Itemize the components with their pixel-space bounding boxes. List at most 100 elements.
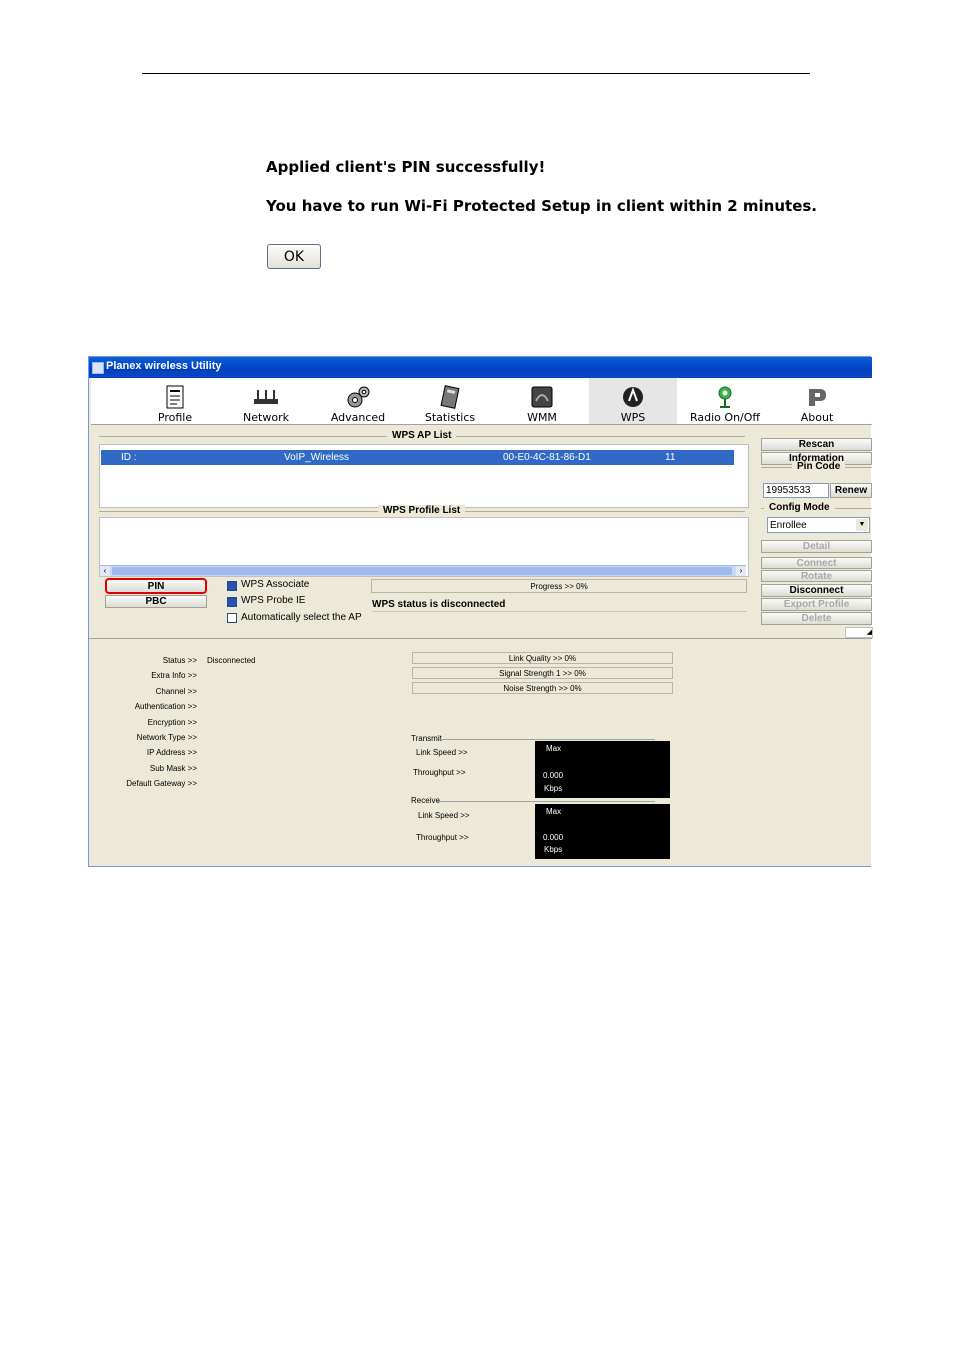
advanced-icon: [345, 384, 371, 410]
tab-label: WMM: [527, 411, 557, 424]
config-mode-label: Config Mode: [764, 502, 835, 513]
wmm-icon: [529, 384, 555, 410]
receive-max-label: Max: [546, 807, 562, 816]
disconnect-button[interactable]: Disconnect: [761, 584, 872, 597]
link-quality-bar: Link Quality >> 0%: [412, 652, 673, 664]
ap-id-label: ID :: [121, 452, 137, 463]
delete-button[interactable]: Delete: [761, 612, 872, 625]
wps-icon: [620, 384, 646, 410]
tab-label: About: [800, 411, 834, 424]
receive-rule: [437, 801, 655, 802]
wps-ap-list[interactable]: ID : VoIP_Wireless 00-E0-4C-81-86-D1 11: [99, 444, 749, 508]
ap-list-title: WPS AP List: [387, 430, 457, 441]
tab-label: Advanced: [330, 411, 386, 424]
authentication-label: Authentication >>: [134, 702, 197, 711]
receive-throughput-label: Throughput >>: [416, 833, 469, 842]
network-type-label: Network Type >>: [136, 733, 197, 742]
wps-probe-checkbox[interactable]: [227, 597, 237, 607]
transmit-rule: [439, 739, 655, 740]
transmit-throughput-label: Throughput >>: [413, 768, 466, 777]
rescan-button[interactable]: Rescan: [761, 438, 872, 451]
transmit-unit: Kbps: [544, 784, 563, 793]
profile-icon: [162, 384, 188, 410]
resize-grip-icon[interactable]: ◢: [845, 627, 873, 638]
chevron-down-icon[interactable]: ▼: [856, 519, 868, 531]
rotate-button[interactable]: Rotate: [761, 570, 872, 582]
wps-probe-label: WPS Probe IE: [241, 595, 306, 606]
tab-radio-on-off[interactable]: Radio On/Off: [681, 378, 769, 424]
toolbar: Profile Network Advanced Statistics WMM: [91, 378, 872, 425]
transmit-graph: Max 0.000 Kbps: [535, 741, 670, 798]
progress-bar: Progress >> 0%: [371, 579, 747, 593]
tab-advanced[interactable]: Advanced: [314, 378, 402, 424]
tab-wps[interactable]: WPS: [589, 378, 677, 424]
transmit-value: 0.000: [543, 771, 564, 780]
ip-address-label: IP Address >>: [146, 748, 197, 757]
status-label: Status >>: [162, 656, 197, 665]
window-title: Planex wireless Utility: [106, 360, 222, 372]
horizontal-scrollbar[interactable]: ‹ ›: [100, 565, 746, 576]
tab-about[interactable]: About: [773, 378, 861, 424]
auto-select-label: Automatically select the AP: [241, 612, 362, 623]
status-value: Disconnected: [207, 656, 256, 665]
detail-button[interactable]: Detail: [761, 540, 872, 553]
transmit-link-speed-label: Link Speed >>: [416, 748, 468, 757]
wps-status-text: WPS status is disconnected: [372, 599, 747, 612]
tab-label: Profile: [157, 411, 193, 424]
tab-profile[interactable]: Profile: [131, 378, 219, 424]
scroll-thumb[interactable]: [112, 567, 732, 575]
receive-link-speed-label: Link Speed >>: [418, 811, 470, 820]
tab-network[interactable]: Network: [222, 378, 310, 424]
ap-channel: 11: [665, 452, 676, 463]
ap-mac: 00-E0-4C-81-86-D1: [503, 452, 591, 463]
channel-label: Channel >>: [155, 687, 197, 696]
scroll-right-icon[interactable]: ›: [736, 566, 746, 576]
pin-button[interactable]: PIN: [105, 578, 207, 594]
profile-list-title: WPS Profile List: [378, 505, 466, 516]
connect-button[interactable]: Connect: [761, 557, 872, 569]
transmit-title: Transmit: [411, 734, 442, 743]
export-profile-button[interactable]: Export Profile: [761, 598, 872, 611]
page-header-rule: [142, 73, 810, 74]
receive-title: Receive: [411, 796, 440, 805]
renew-button[interactable]: Renew: [830, 483, 872, 498]
tab-label: Network: [243, 411, 289, 424]
tab-label: Statistics: [424, 411, 476, 424]
ap-ssid: VoIP_Wireless: [284, 452, 350, 463]
encryption-label: Encryption >>: [147, 718, 197, 727]
signal-strength-bar: Signal Strength 1 >> 0%: [412, 667, 673, 679]
config-mode-select[interactable]: Enrollee ▼: [767, 517, 870, 533]
dialog-message-line1: Applied client's PIN successfully!: [266, 158, 546, 176]
sub-mask-label: Sub Mask >>: [149, 764, 197, 773]
receive-value: 0.000: [543, 833, 564, 842]
scroll-left-icon[interactable]: ‹: [100, 566, 110, 576]
ok-button[interactable]: OK: [267, 244, 321, 269]
transmit-max-label: Max: [546, 744, 562, 753]
dialog-message-line2: You have to run Wi-Fi Protected Setup in…: [266, 197, 817, 215]
app-icon: [92, 362, 104, 374]
noise-strength-bar: Noise Strength >> 0%: [412, 682, 673, 694]
network-icon: [253, 384, 279, 410]
statistics-icon: [437, 384, 463, 410]
auto-select-checkbox[interactable]: [227, 613, 237, 623]
config-mode-value: Enrollee: [770, 520, 807, 531]
tab-wmm[interactable]: WMM: [498, 378, 586, 424]
default-gateway-label: Default Gateway >>: [126, 779, 197, 788]
wps-associate-label: WPS Associate: [241, 579, 310, 590]
pin-code-field[interactable]: 19953533: [763, 483, 829, 498]
pin-code-label: Pin Code: [792, 461, 846, 472]
tab-statistics[interactable]: Statistics: [406, 378, 494, 424]
status-divider: [89, 638, 872, 639]
title-bar: Planex wireless Utility: [89, 357, 872, 378]
receive-graph: Max 0.000 Kbps: [535, 804, 670, 859]
receive-unit: Kbps: [544, 845, 563, 854]
tab-label: WPS: [620, 411, 646, 424]
tab-label: Radio On/Off: [690, 411, 760, 424]
radio-icon: [712, 384, 738, 410]
pbc-button[interactable]: PBC: [105, 595, 207, 608]
wps-associate-checkbox[interactable]: [227, 581, 237, 591]
about-icon: [804, 384, 830, 410]
utility-window: Planex wireless Utility Profile Network …: [88, 356, 873, 867]
wps-profile-list[interactable]: ‹ ›: [99, 517, 749, 577]
ap-list-row[interactable]: ID : VoIP_Wireless 00-E0-4C-81-86-D1 11: [101, 450, 734, 465]
